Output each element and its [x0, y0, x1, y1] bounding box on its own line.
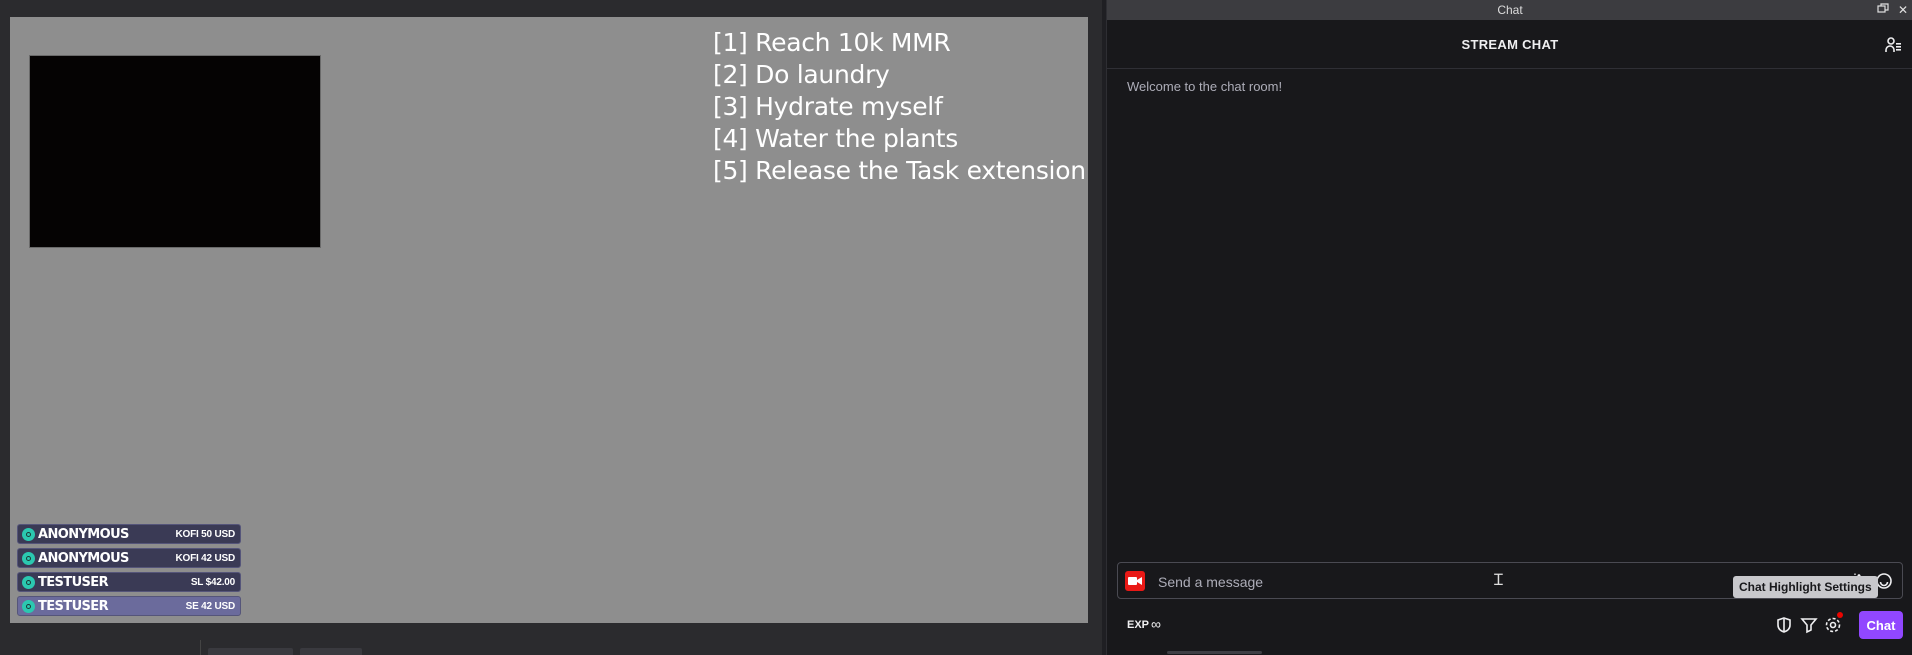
shield-icon[interactable] [1775, 616, 1793, 634]
text-cursor-icon: Ɪ [1494, 572, 1503, 589]
donor-name: TESTUSER [38, 598, 109, 614]
close-icon[interactable]: ✕ [1895, 2, 1911, 18]
preview-panel: [1] Reach 10k MMR [2] Do laundry [3] Hyd… [0, 0, 1102, 655]
notification-dot [1837, 612, 1843, 618]
window-title: Chat [1497, 3, 1523, 17]
chat-footer: EXP ∞ Chat [1107, 607, 1912, 643]
chat-header-title: STREAM CHAT [1461, 36, 1559, 52]
chat-window: Chat ✕ STREAM CHAT Welcome to the chat r… [1106, 0, 1912, 655]
scene-canvas[interactable]: [1] Reach 10k MMR [2] Do laundry [3] Hyd… [10, 17, 1088, 623]
chat-titlebar[interactable]: Chat ✕ [1107, 0, 1912, 20]
dock-strip [0, 639, 1102, 655]
donor-name: ANONYMOUS [38, 550, 129, 566]
donor-avatar-icon [22, 575, 35, 589]
donation-amount: KOFI 42 USD [175, 552, 236, 564]
highlight-icon[interactable] [1800, 616, 1818, 634]
welcome-message: Welcome to the chat room! [1127, 79, 1283, 94]
users-icon[interactable] [1885, 36, 1903, 54]
task-item: [2] Do laundry [713, 60, 890, 89]
donation-amount: SE 42 USD [185, 600, 236, 612]
task-list: [1] Reach 10k MMR [2] Do laundry [3] Hyd… [713, 27, 1086, 187]
dock-tab[interactable] [208, 648, 293, 655]
task-item: [1] Reach 10k MMR [713, 28, 951, 57]
camera-icon[interactable] [1125, 571, 1145, 591]
donation-amount: SL $42.00 [190, 576, 235, 588]
chat-message-input[interactable] [1156, 570, 1720, 594]
donation-row: ANONYMOUS KOFI 42 USD [17, 548, 241, 568]
settings-icon[interactable] [1824, 616, 1842, 634]
donation-amount: KOFI 50 USD [175, 528, 236, 540]
donation-row: TESTUSER SE 42 USD [17, 596, 241, 616]
chat-header: STREAM CHAT [1107, 20, 1912, 69]
task-item: [4] Water the plants [713, 124, 958, 153]
exp-label: EXP [1127, 619, 1150, 631]
exp-value: ∞ [1151, 616, 1161, 632]
donor-avatar-icon [22, 599, 35, 613]
task-item: [3] Hydrate myself [713, 92, 943, 121]
chat-send-button[interactable]: Chat [1859, 611, 1903, 639]
task-item: [5] Release the Task extension [713, 156, 1086, 185]
dock-divider [200, 640, 201, 655]
emote-icon[interactable] [1875, 572, 1893, 590]
restore-icon[interactable] [1875, 2, 1891, 18]
donor-avatar-icon [22, 527, 35, 541]
donation-row: ANONYMOUS KOFI 50 USD [17, 524, 241, 544]
donation-row: TESTUSER SL $42.00 [17, 572, 241, 592]
donor-name: TESTUSER [38, 574, 109, 590]
chat-highlight-tooltip: Chat Highlight Settings [1733, 576, 1878, 598]
dock-tab[interactable] [300, 648, 362, 655]
webcam-source[interactable] [29, 55, 321, 248]
donation-list: ANONYMOUS KOFI 50 USD ANONYMOUS KOFI 42 … [17, 524, 241, 620]
scrollbar-thumb[interactable] [1167, 651, 1262, 654]
donor-name: ANONYMOUS [38, 526, 129, 542]
donor-avatar-icon [22, 551, 35, 565]
